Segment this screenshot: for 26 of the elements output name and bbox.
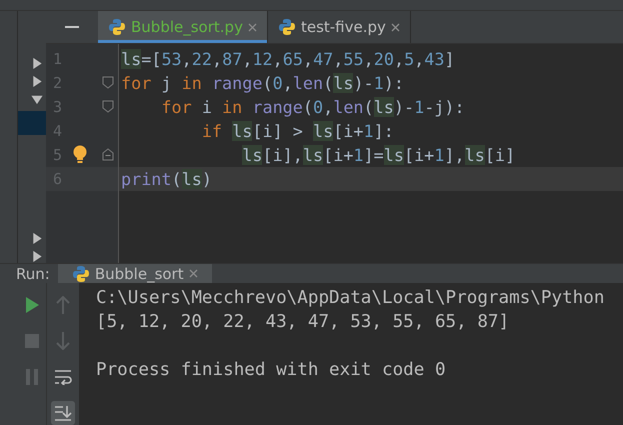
console-output-line: [5, 12, 20, 22, 43, 47, 53, 55, 65, 87]	[96, 311, 510, 334]
code-line: if ls[i] > ls[i+1]:	[200, 120, 395, 143]
python-file-icon	[108, 18, 126, 36]
python-file-icon	[278, 18, 296, 36]
close-icon[interactable]	[248, 22, 257, 32]
code-line: ls[i],ls[i+1]=ls[i+1],ls[i]	[241, 144, 516, 167]
run-tab[interactable]: Bubble_sort	[58, 264, 212, 283]
fold-marker-icon[interactable]	[102, 76, 114, 89]
python-icon	[72, 264, 90, 282]
pause-icon[interactable]	[26, 369, 38, 385]
code-line: for i in range(0,len(ls)-1-j):	[160, 96, 466, 119]
console-output-line: C:\Users\Mecchrevo\AppData\Local\Programs\Python	[96, 287, 604, 310]
stop-icon[interactable]	[24, 334, 38, 348]
minimize-icon[interactable]	[65, 26, 79, 28]
lightbulb-icon[interactable]	[73, 145, 87, 164]
editor-tab[interactable]: Bubble_sort.py	[98, 11, 268, 43]
scroll-to-end-button[interactable]	[51, 401, 75, 425]
run-icon[interactable]	[24, 296, 40, 314]
code-line: ls=[53,22,87,12,65,47,55,20,5,43]	[120, 48, 456, 71]
fold-marker-icon[interactable]	[102, 148, 114, 161]
code-line: for j in range(0,len(ls)-1):	[120, 72, 405, 95]
close-icon[interactable]	[188, 269, 198, 278]
run-label: Run:	[15, 264, 51, 282]
close-icon[interactable]	[390, 22, 400, 32]
fold-marker-icon[interactable]	[102, 100, 114, 113]
exit-message: Process finished with exit code 0	[96, 359, 447, 382]
